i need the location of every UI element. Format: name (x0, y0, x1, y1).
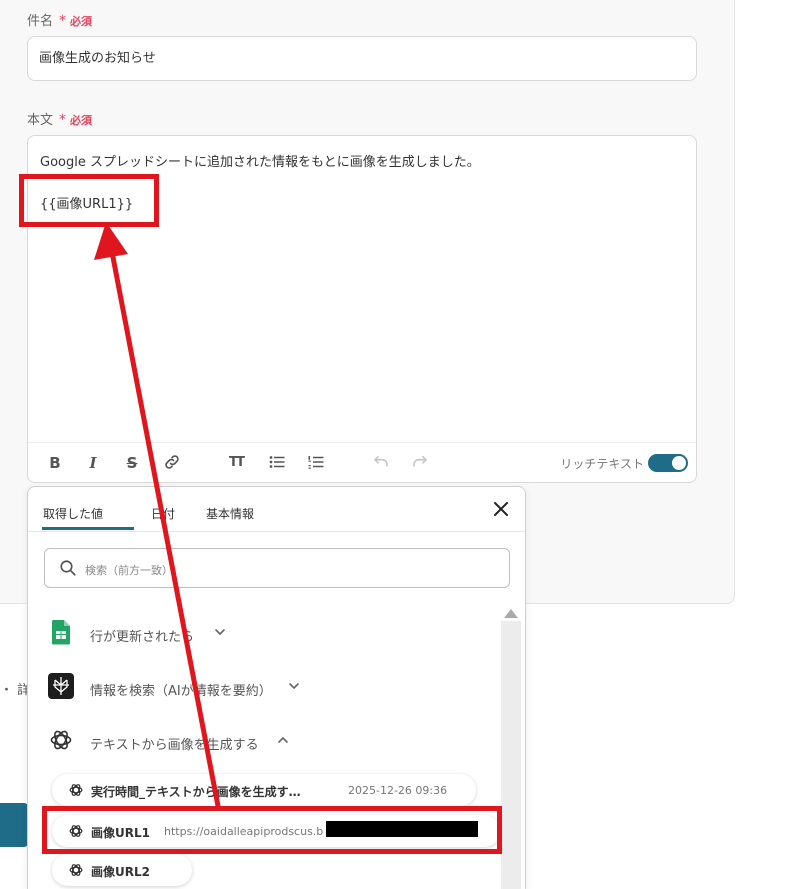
value-item-image-url2[interactable]: 画像URL2 (52, 854, 192, 886)
tabs-divider (28, 531, 525, 532)
heading-button[interactable]: TT (226, 453, 246, 473)
close-icon (494, 502, 508, 516)
openai-icon (50, 730, 72, 750)
chevron-down-icon (289, 683, 299, 690)
value-preview: 2025-12-26 09:36 (348, 784, 448, 797)
background-partial-text: ・ 詳 (0, 683, 31, 698)
perplexity-icon (48, 673, 74, 699)
body-label: 本文 * 必須 (27, 112, 93, 128)
search-input[interactable]: 検索（前方一致） (44, 548, 510, 588)
background-button[interactable] (0, 803, 28, 847)
highlight-box-image-url1 (42, 806, 502, 854)
italic-button[interactable]: I (83, 453, 103, 473)
undo-button[interactable] (371, 453, 391, 473)
numbered-list-icon (308, 456, 324, 469)
subject-input[interactable]: 画像生成のお知らせ (27, 36, 697, 81)
toggle-knob (672, 456, 686, 470)
rich-text-label: リッチテキスト (560, 457, 644, 471)
tab-date[interactable]: 日付 (151, 505, 175, 522)
redo-button[interactable] (410, 453, 430, 473)
link-button[interactable] (162, 453, 182, 473)
tab-acquired-values[interactable]: 取得した値 (43, 505, 103, 522)
rich-text-toggle[interactable] (648, 454, 688, 472)
google-sheets-icon (51, 620, 70, 645)
value-name: 画像URL2 (91, 865, 150, 879)
required-tag: 必須 (70, 114, 93, 127)
chevron-up-icon (278, 736, 288, 743)
search-placeholder: 検索（前方一致） (85, 564, 173, 577)
numbered-list-button[interactable] (306, 453, 326, 473)
openai-icon (69, 864, 83, 876)
required-asterisk: * (59, 112, 67, 128)
group-label: 情報を検索（AIが情報を要約） (90, 684, 272, 699)
close-button[interactable] (491, 499, 511, 519)
value-name: 実行時間_テキストから画像を生成す… (91, 785, 301, 799)
subject-label: 件名 * 必須 (27, 13, 93, 29)
strikethrough-button[interactable]: S (122, 453, 142, 473)
openai-icon (69, 784, 83, 796)
undo-icon (373, 455, 388, 467)
scrollbar-track[interactable] (501, 621, 521, 889)
bold-button[interactable]: B (45, 453, 65, 473)
group-label: 行が更新されたら (90, 630, 195, 645)
tab-basic-info[interactable]: 基本情報 (206, 505, 254, 522)
redo-icon (413, 455, 428, 467)
bullet-list-button[interactable] (267, 453, 287, 473)
required-tag: 必須 (70, 15, 93, 28)
editor-toolbar: B I S TT リッチテキスト (28, 442, 696, 482)
scroll-up-arrow-icon[interactable] (504, 609, 518, 618)
chevron-down-icon (215, 629, 225, 636)
search-icon (60, 560, 76, 576)
link-icon (165, 455, 179, 469)
value-item-exec-time[interactable]: 実行時間_テキストから画像を生成す… 2025-12-26 09:36 (52, 774, 476, 806)
group-label: テキストから画像を生成する (90, 738, 259, 753)
highlight-box-body-token (19, 174, 159, 227)
body-text-line: Google スプレッドシートに追加された情報をもとに画像を生成しました。 (40, 155, 480, 170)
active-tab-indicator (42, 527, 134, 530)
required-asterisk: * (59, 13, 67, 29)
bullet-list-icon (269, 456, 285, 468)
